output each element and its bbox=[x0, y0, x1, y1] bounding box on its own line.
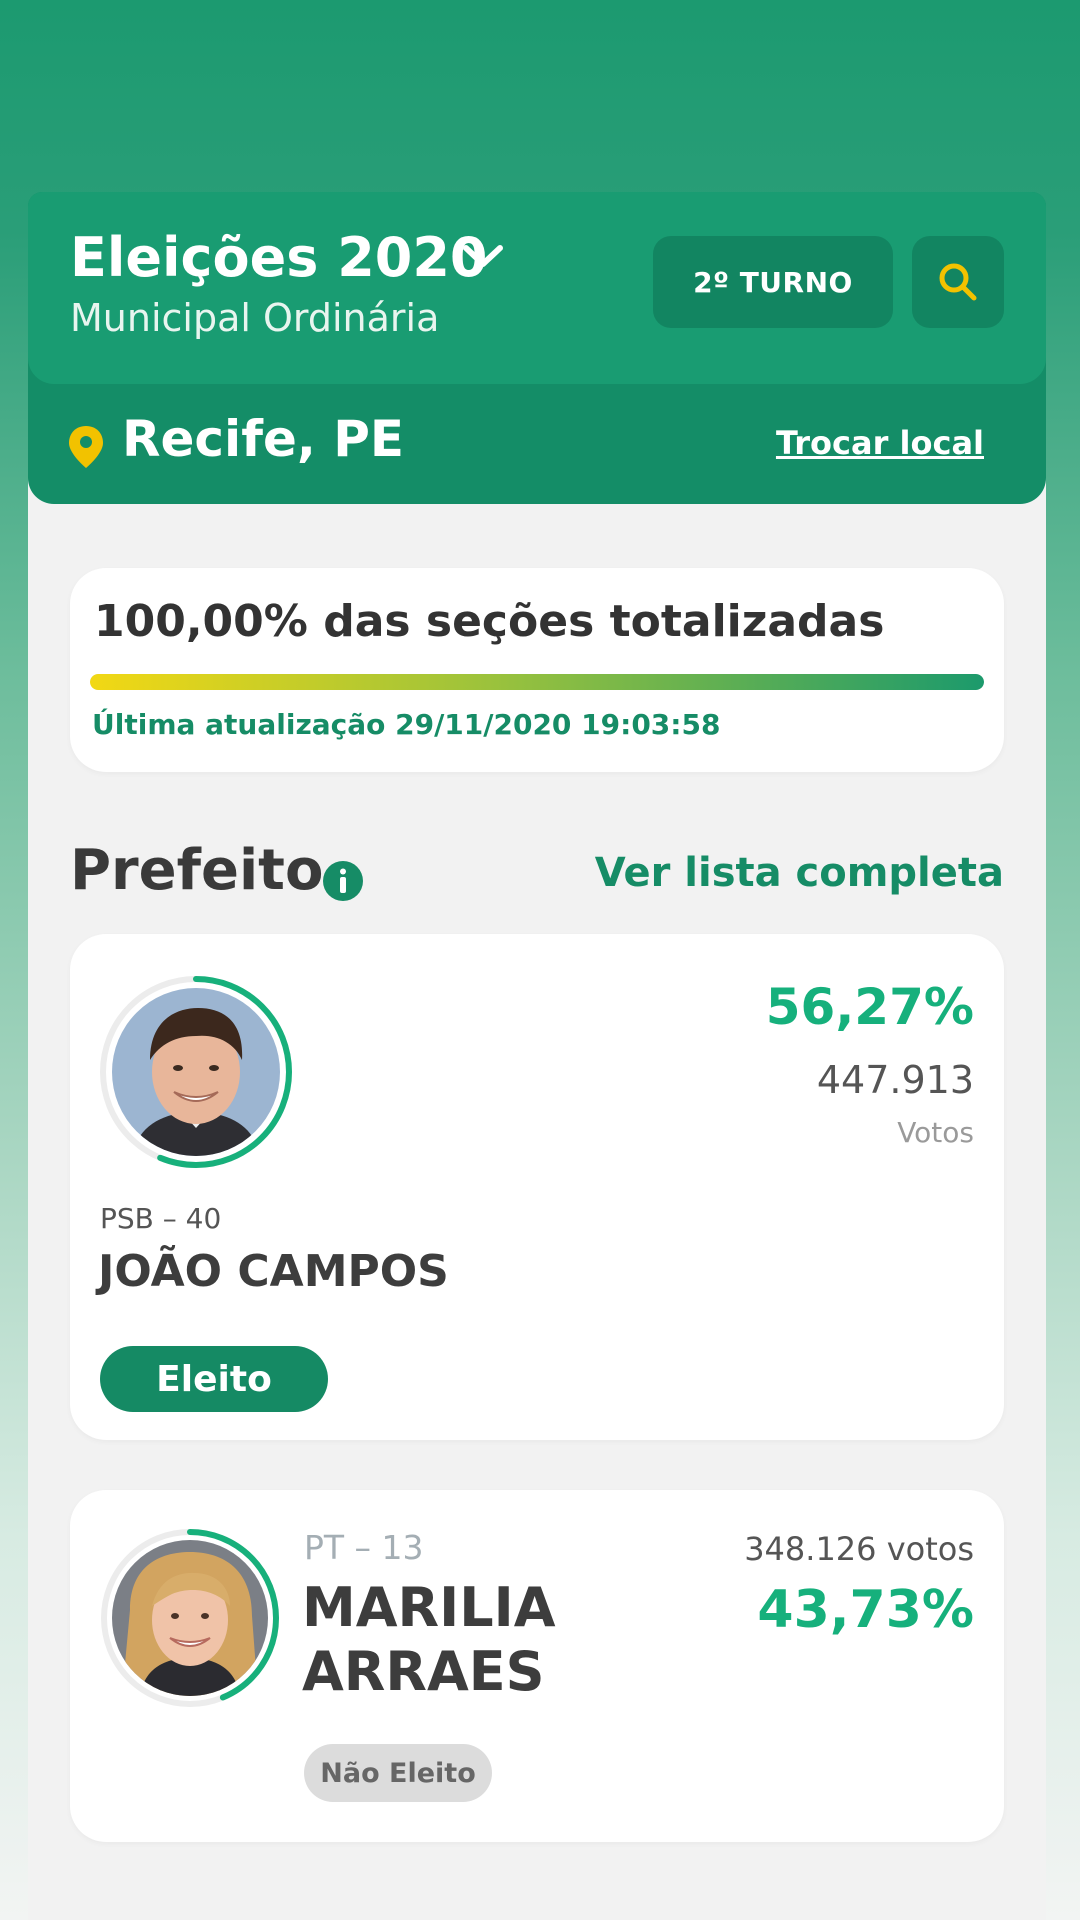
candidate-photo bbox=[112, 988, 280, 1156]
info-icon[interactable] bbox=[322, 860, 364, 902]
vote-percentage: 56,27% bbox=[765, 978, 974, 1036]
election-title[interactable]: Eleições 2020 bbox=[70, 226, 488, 289]
chevron-down-icon[interactable] bbox=[460, 240, 506, 274]
vote-count: 447.913 bbox=[816, 1058, 974, 1102]
candidate-party: PT – 13 bbox=[304, 1528, 424, 1567]
candidate-card[interactable]: PT – 13 MARILIA ARRAES 348.126 votos 43,… bbox=[70, 1490, 1004, 1842]
last-update-text: Última atualização 29/11/2020 19:03:58 bbox=[92, 708, 721, 741]
change-location-link[interactable]: Trocar local bbox=[776, 424, 984, 462]
progress-fill bbox=[90, 674, 984, 690]
candidate-name: JOÃO CAMPOS bbox=[98, 1246, 449, 1297]
vote-count: 348.126 votos bbox=[744, 1530, 974, 1568]
app-container: Eleições 2020 Municipal Ordinária 2º TUR… bbox=[28, 192, 1046, 1920]
see-full-list-link[interactable]: Ver lista completa bbox=[595, 850, 1004, 896]
election-subtitle: Municipal Ordinária bbox=[70, 296, 440, 340]
candidate-name-line-1: MARILIA bbox=[302, 1576, 556, 1639]
candidate-name-line-2: ARRAES bbox=[302, 1640, 545, 1703]
candidate-name: MARILIA ARRAES bbox=[302, 1576, 556, 1704]
totalization-title: 100,00% das seções totalizadas bbox=[94, 596, 885, 647]
candidate-avatar bbox=[100, 1528, 280, 1708]
totalization-card: 100,00% das seções totalizadas Última at… bbox=[70, 568, 1004, 772]
candidate-avatar bbox=[98, 974, 294, 1170]
vote-percentage: 43,73% bbox=[757, 1580, 974, 1640]
search-icon bbox=[939, 263, 977, 301]
candidate-photo bbox=[112, 1540, 268, 1696]
elected-badge: Eleito bbox=[100, 1346, 328, 1412]
vote-count-label: Votos bbox=[897, 1116, 974, 1149]
totalization-progress-bar bbox=[90, 674, 984, 690]
location-name: Recife, PE bbox=[122, 410, 405, 468]
app-header: Eleições 2020 Municipal Ordinária 2º TUR… bbox=[28, 192, 1046, 504]
candidate-card[interactable]: 56,27% 447.913 Votos PSB – 40 JOÃO CAMPO… bbox=[70, 934, 1004, 1440]
search-button[interactable] bbox=[912, 236, 1004, 328]
election-bar: Eleições 2020 Municipal Ordinária 2º TUR… bbox=[28, 192, 1046, 384]
candidate-party: PSB – 40 bbox=[100, 1202, 222, 1235]
location-pin-icon bbox=[69, 426, 103, 468]
section-title: Prefeito bbox=[70, 838, 324, 903]
turno-button[interactable]: 2º TURNO bbox=[653, 236, 893, 328]
not-elected-badge: Não Eleito bbox=[304, 1744, 492, 1802]
